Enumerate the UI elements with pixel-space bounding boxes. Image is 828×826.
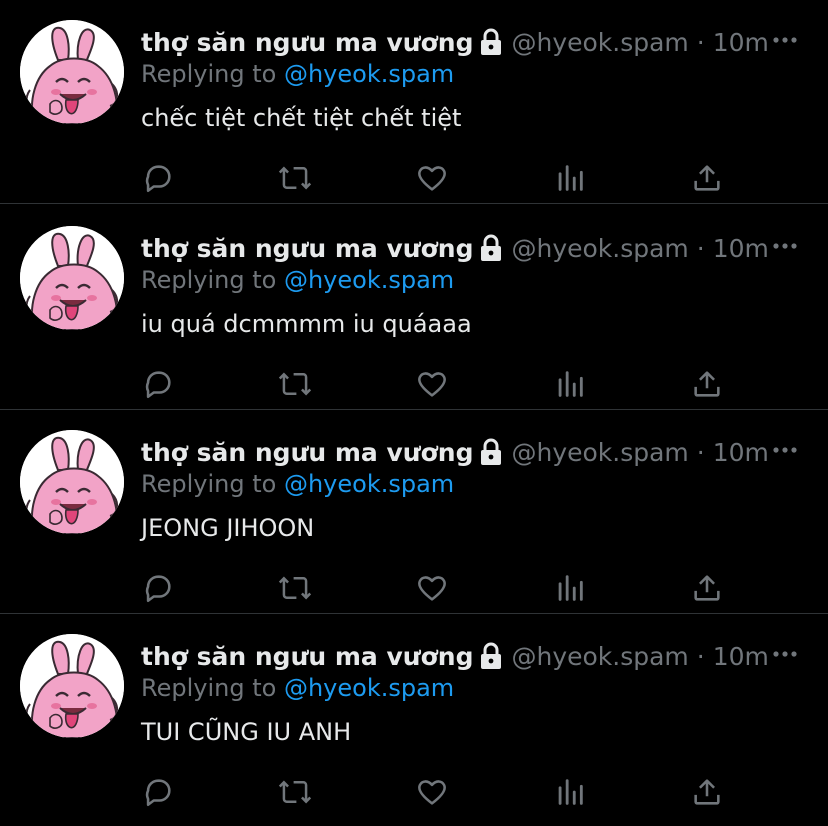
replying-to-handle[interactable]: @hyeok.spam xyxy=(284,60,454,88)
share-upload-icon xyxy=(694,575,720,601)
tweet[interactable]: thợ săn ngưu ma vương @hyeok.spam · 10m … xyxy=(0,410,828,614)
reply-bubble-icon xyxy=(145,779,171,807)
share-upload-icon xyxy=(694,779,720,805)
display-name[interactable]: thợ săn ngưu ma vương xyxy=(141,642,473,671)
views-button[interactable] xyxy=(550,158,590,198)
user-handle[interactable]: @hyeok.spam xyxy=(511,642,688,671)
share-upload-icon xyxy=(694,371,720,397)
replying-prefix: Replying to xyxy=(141,60,277,88)
tweet-actions xyxy=(0,364,828,404)
tweet[interactable]: thợ săn ngưu ma vương @hyeok.spam · 10m … xyxy=(0,0,828,204)
views-button[interactable] xyxy=(550,364,590,404)
user-handle[interactable]: @hyeok.spam xyxy=(511,234,688,263)
like-button[interactable] xyxy=(412,158,452,198)
replying-to-line: Replying to @hyeok.spam xyxy=(141,674,454,702)
display-name[interactable]: thợ săn ngưu ma vương xyxy=(141,28,473,57)
like-button[interactable] xyxy=(412,568,452,608)
avatar[interactable] xyxy=(20,20,124,124)
reply-bubble-icon xyxy=(145,575,171,603)
tweet-actions xyxy=(0,772,828,812)
avatar[interactable] xyxy=(20,430,124,534)
tweet-actions xyxy=(0,568,828,608)
timestamp[interactable]: 10m xyxy=(713,234,769,263)
tweet-actions xyxy=(0,158,828,198)
tweet-header: thợ săn ngưu ma vương @hyeok.spam · 10m xyxy=(141,230,769,266)
views-button[interactable] xyxy=(550,772,590,812)
retweet-icon xyxy=(278,780,312,804)
tweet-text: TUI CŨNG IU ANH xyxy=(141,718,352,746)
retweet-icon xyxy=(278,166,312,190)
replying-to-handle[interactable]: @hyeok.spam xyxy=(284,470,454,498)
bar-chart-icon xyxy=(558,575,583,601)
avatar[interactable] xyxy=(20,226,124,330)
heart-icon xyxy=(418,372,446,397)
replying-to-handle[interactable]: @hyeok.spam xyxy=(284,674,454,702)
tweet[interactable]: thợ săn ngưu ma vương @hyeok.spam · 10m … xyxy=(0,206,828,410)
separator-dot: · xyxy=(696,233,705,263)
retweet-button[interactable] xyxy=(275,158,315,198)
more-horizontal-icon[interactable] xyxy=(772,440,798,460)
replying-prefix: Replying to xyxy=(141,470,277,498)
bar-chart-icon xyxy=(558,371,583,397)
replying-prefix: Replying to xyxy=(141,674,277,702)
tweet-header: thợ săn ngưu ma vương @hyeok.spam · 10m xyxy=(141,434,769,470)
more-horizontal-icon[interactable] xyxy=(772,644,798,664)
lock-icon xyxy=(479,642,503,670)
like-button[interactable] xyxy=(412,772,452,812)
replying-to-line: Replying to @hyeok.spam xyxy=(141,60,454,88)
tweet[interactable]: thợ săn ngưu ma vương @hyeok.spam · 10m … xyxy=(0,614,828,826)
tweet-text: iu quá dcmmmm iu quáaaa xyxy=(141,310,472,338)
reply-bubble-icon xyxy=(145,371,171,399)
replying-to-line: Replying to @hyeok.spam xyxy=(141,266,454,294)
user-handle[interactable]: @hyeok.spam xyxy=(511,438,688,467)
avatar[interactable] xyxy=(20,634,124,738)
share-button[interactable] xyxy=(687,772,727,812)
lock-icon xyxy=(479,234,503,262)
timestamp[interactable]: 10m xyxy=(713,642,769,671)
retweet-button[interactable] xyxy=(275,364,315,404)
tweet-header: thợ săn ngưu ma vương @hyeok.spam · 10m xyxy=(141,638,769,674)
share-button[interactable] xyxy=(687,568,727,608)
share-button[interactable] xyxy=(687,158,727,198)
lock-icon xyxy=(479,438,503,466)
views-button[interactable] xyxy=(550,568,590,608)
bar-chart-icon xyxy=(558,165,583,191)
display-name[interactable]: thợ săn ngưu ma vương xyxy=(141,234,473,263)
reply-button[interactable] xyxy=(138,568,178,608)
tweet-header: thợ săn ngưu ma vương @hyeok.spam · 10m xyxy=(141,24,769,60)
retweet-button[interactable] xyxy=(275,568,315,608)
separator-dot: · xyxy=(696,437,705,467)
tweet-text: chếc tiệt chết tiệt chết tiệt xyxy=(141,104,462,132)
timeline: thợ săn ngưu ma vương @hyeok.spam · 10m … xyxy=(0,0,828,826)
replying-to-line: Replying to @hyeok.spam xyxy=(141,470,454,498)
separator-dot: · xyxy=(696,27,705,57)
timestamp[interactable]: 10m xyxy=(713,28,769,57)
display-name[interactable]: thợ săn ngưu ma vương xyxy=(141,438,473,467)
retweet-icon xyxy=(278,576,312,600)
heart-icon xyxy=(418,780,446,805)
more-horizontal-icon[interactable] xyxy=(772,30,798,50)
share-upload-icon xyxy=(694,165,720,191)
replying-to-handle[interactable]: @hyeok.spam xyxy=(284,266,454,294)
more-horizontal-icon[interactable] xyxy=(772,236,798,256)
retweet-button[interactable] xyxy=(275,772,315,812)
heart-icon xyxy=(418,166,446,191)
retweet-icon xyxy=(278,372,312,396)
lock-icon xyxy=(479,28,503,56)
like-button[interactable] xyxy=(412,364,452,404)
separator-dot: · xyxy=(696,641,705,671)
replying-prefix: Replying to xyxy=(141,266,277,294)
share-button[interactable] xyxy=(687,364,727,404)
bar-chart-icon xyxy=(558,779,583,805)
timestamp[interactable]: 10m xyxy=(713,438,769,467)
reply-button[interactable] xyxy=(138,772,178,812)
reply-button[interactable] xyxy=(138,364,178,404)
reply-bubble-icon xyxy=(145,165,171,193)
heart-icon xyxy=(418,576,446,601)
tweet-text: JEONG JIHOON xyxy=(141,514,315,542)
reply-button[interactable] xyxy=(138,158,178,198)
user-handle[interactable]: @hyeok.spam xyxy=(511,28,688,57)
